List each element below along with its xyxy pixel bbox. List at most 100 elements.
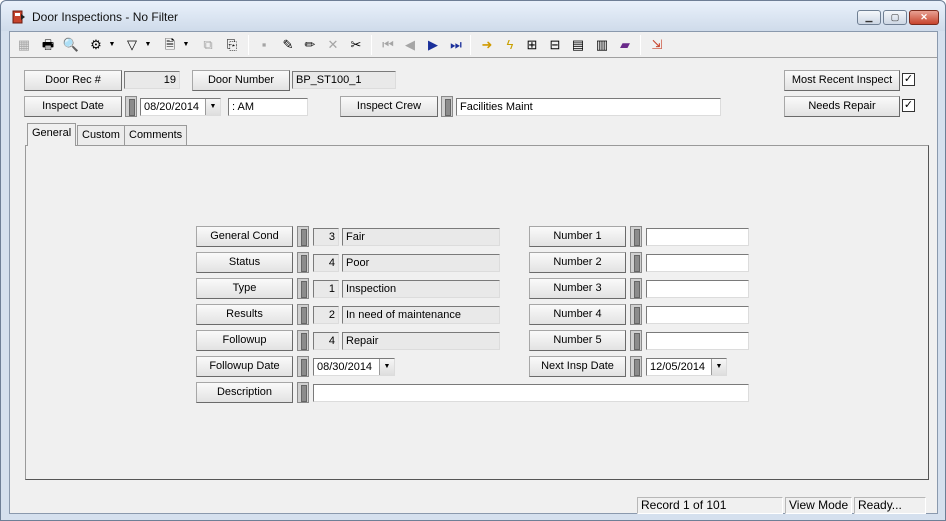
- type-button[interactable]: Type: [196, 278, 293, 299]
- inspect-date-grip-icon[interactable]: [125, 96, 137, 117]
- inspect-date-button[interactable]: Inspect Date: [24, 96, 122, 117]
- results-code: 2: [313, 306, 339, 324]
- needs-repair-checkbox[interactable]: ✓: [902, 99, 915, 112]
- lightning-icon[interactable]: ϟ: [500, 35, 520, 55]
- save-icon[interactable]: ▪: [254, 35, 274, 55]
- status-button[interactable]: Status: [196, 252, 293, 273]
- filter-icon[interactable]: ▽: [122, 35, 142, 55]
- number-3-field[interactable]: [646, 280, 749, 298]
- chevron-down-icon[interactable]: ▼: [711, 359, 726, 375]
- inspect-crew-grip-icon[interactable]: [441, 96, 453, 117]
- number-3-button[interactable]: Number 3: [529, 278, 626, 299]
- door-rec-button[interactable]: Door Rec #: [24, 70, 122, 91]
- first-record-icon[interactable]: ⏮: [378, 35, 398, 55]
- number-3-grip-icon[interactable]: [630, 278, 642, 299]
- next-insp-date-value: 12/05/2014: [650, 361, 706, 373]
- delete-icon[interactable]: ✕: [323, 35, 343, 55]
- prev-record-icon[interactable]: ◀: [400, 35, 420, 55]
- general-tab-panel: General Cond 3 Fair Status 4 Poor Type 1…: [25, 145, 929, 480]
- followup-button[interactable]: Followup: [196, 330, 293, 351]
- type-grip-icon[interactable]: [297, 278, 309, 299]
- next-insp-date-button[interactable]: Next Insp Date: [529, 356, 626, 377]
- exit-icon[interactable]: ⇲: [647, 35, 667, 55]
- number-1-field[interactable]: [646, 228, 749, 246]
- tab-custom[interactable]: Custom: [77, 125, 125, 145]
- inspect-time-field[interactable]: : AM: [228, 98, 308, 116]
- followup-date-combo[interactable]: 08/30/2014 ▼: [313, 358, 395, 376]
- goto-icon[interactable]: ➜: [477, 35, 497, 55]
- calculator-icon[interactable]: ▥: [592, 35, 612, 55]
- number-1-button[interactable]: Number 1: [529, 226, 626, 247]
- inspect-crew-button[interactable]: Inspect Crew: [340, 96, 438, 117]
- most-recent-checkbox[interactable]: ✓: [902, 73, 915, 86]
- general-cond-value: Fair: [342, 228, 500, 246]
- number-5-button[interactable]: Number 5: [529, 330, 626, 351]
- filter-dropdown-icon[interactable]: ▼: [144, 35, 152, 55]
- run-icon[interactable]: ⚙: [86, 35, 106, 55]
- results-value: In need of maintenance: [342, 306, 500, 324]
- door-number-field: BP_ST100_1: [292, 71, 396, 89]
- client-area: ▦ 🖶 🔍 ⚙ ▼ ▽ ▼ 🗎 ▼ ⧉ ⎘ ▪ ✎ ✏ ✕ ✂ ⏮ ◀ ▶ ⏭ …: [9, 31, 938, 514]
- report-icon[interactable]: 🗎: [160, 35, 180, 55]
- maximize-button[interactable]: ▢: [883, 10, 907, 25]
- number-4-button[interactable]: Number 4: [529, 304, 626, 325]
- close-button[interactable]: ✕: [909, 10, 939, 25]
- number-2-field[interactable]: [646, 254, 749, 272]
- number-2-button[interactable]: Number 2: [529, 252, 626, 273]
- status-grip-icon[interactable]: [297, 252, 309, 273]
- next-insp-date-combo[interactable]: 12/05/2014 ▼: [646, 358, 727, 376]
- chevron-down-icon[interactable]: ▼: [379, 359, 394, 375]
- last-record-icon[interactable]: ⏭: [446, 35, 466, 55]
- door-number-button[interactable]: Door Number: [192, 70, 290, 91]
- tab-comments[interactable]: Comments: [124, 125, 188, 145]
- tree-icon[interactable]: ⊟: [545, 35, 565, 55]
- description-grip-icon[interactable]: [297, 382, 309, 403]
- number-5-grip-icon[interactable]: [630, 330, 642, 351]
- toolbar: ▦ 🖶 🔍 ⚙ ▼ ▽ ▼ 🗎 ▼ ⧉ ⎘ ▪ ✎ ✏ ✕ ✂ ⏮ ◀ ▶ ⏭ …: [10, 32, 937, 58]
- followup-date-grip-icon[interactable]: [297, 356, 309, 377]
- minimize-button[interactable]: ▁: [857, 10, 881, 25]
- results-grip-icon[interactable]: [297, 304, 309, 325]
- number-4-grip-icon[interactable]: [630, 304, 642, 325]
- app-logo-icon: [12, 10, 25, 24]
- general-cond-grip-icon[interactable]: [297, 226, 309, 247]
- report-dropdown-icon[interactable]: ▼: [182, 35, 190, 55]
- pencil-icon[interactable]: ✏: [300, 35, 320, 55]
- number-2-grip-icon[interactable]: [630, 252, 642, 273]
- toolbar-separator: [248, 35, 249, 55]
- print-preview-icon[interactable]: 🔍: [61, 35, 81, 55]
- most-recent-inspect-button[interactable]: Most Recent Inspect: [784, 70, 900, 91]
- followup-grip-icon[interactable]: [297, 330, 309, 351]
- book-icon[interactable]: ▰: [615, 35, 635, 55]
- next-insp-date-grip-icon[interactable]: [630, 356, 642, 377]
- run-dropdown-icon[interactable]: ▼: [108, 35, 116, 55]
- edit-icon[interactable]: ✎: [278, 35, 298, 55]
- number-4-field[interactable]: [646, 306, 749, 324]
- type-value: Inspection: [342, 280, 500, 298]
- map-icon[interactable]: ⊞: [522, 35, 542, 55]
- number-5-field[interactable]: [646, 332, 749, 350]
- grid-icon[interactable]: ▦: [14, 35, 34, 55]
- copy-icon[interactable]: ⎘: [222, 35, 242, 55]
- results-button[interactable]: Results: [196, 304, 293, 325]
- chart-icon[interactable]: ▤: [568, 35, 588, 55]
- description-button[interactable]: Description: [196, 382, 293, 403]
- inspect-crew-field[interactable]: Facilities Maint: [456, 98, 721, 116]
- followup-date-button[interactable]: Followup Date: [196, 356, 293, 377]
- title-bar: Door Inspections - No Filter ▁ ▢ ✕: [1, 1, 945, 31]
- status-bar: Record 1 of 101 View Mode Ready...: [10, 495, 937, 514]
- cut-icon[interactable]: ✂: [346, 35, 366, 55]
- print-icon[interactable]: 🖶: [38, 35, 58, 55]
- general-cond-button[interactable]: General Cond: [196, 226, 293, 247]
- followup-value: Repair: [342, 332, 500, 350]
- export-icon[interactable]: ⧉: [198, 35, 218, 55]
- needs-repair-button[interactable]: Needs Repair: [784, 96, 900, 117]
- next-record-icon[interactable]: ▶: [423, 35, 443, 55]
- number-1-grip-icon[interactable]: [630, 226, 642, 247]
- ready-indicator: Ready...: [854, 497, 926, 514]
- description-field[interactable]: [313, 384, 749, 402]
- chevron-down-icon[interactable]: ▼: [205, 99, 220, 115]
- status-value: Poor: [342, 254, 500, 272]
- inspect-date-combo[interactable]: 08/20/2014 ▼: [140, 98, 221, 116]
- tab-general[interactable]: General: [27, 123, 77, 146]
